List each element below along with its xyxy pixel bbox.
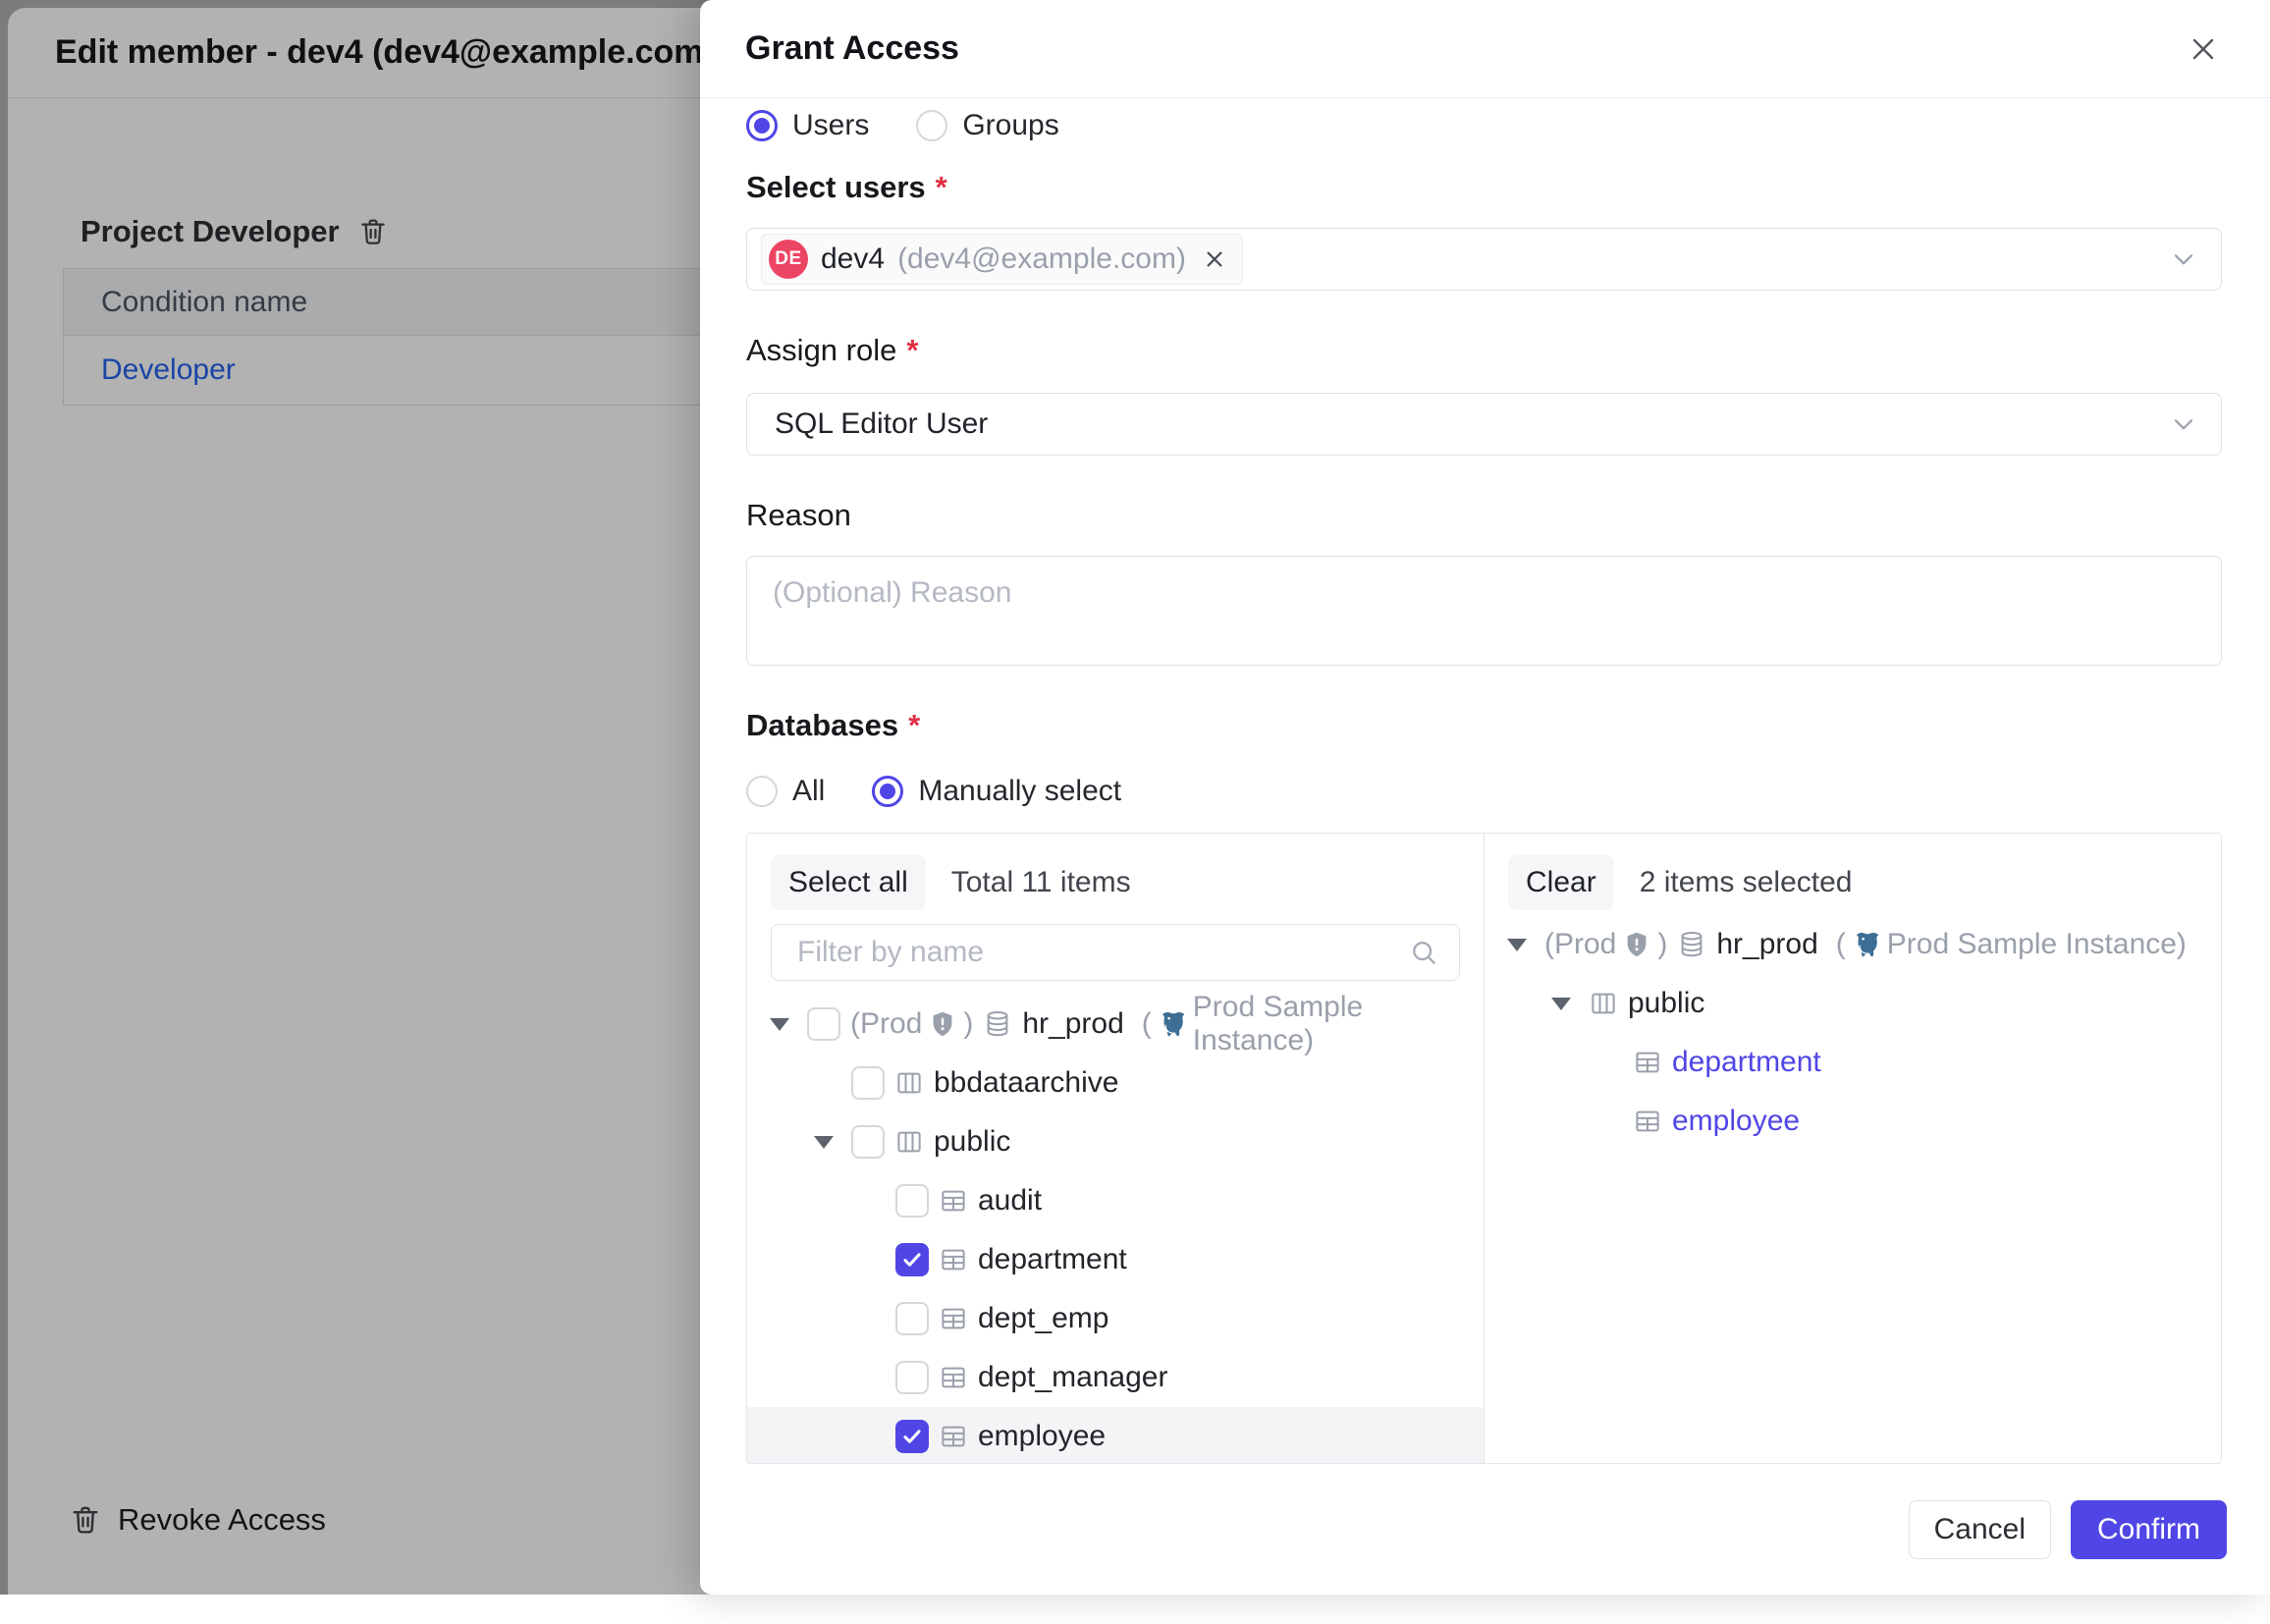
transfer-target-panel: Clear 2 items selected (Prod)hr_prod(Pro… <box>1484 834 2221 1463</box>
remove-user-icon[interactable] <box>1201 245 1228 273</box>
clear-button[interactable]: Clear <box>1508 855 1614 910</box>
grant-access-drawer: Grant Access Users Groups Select users* D… <box>700 0 2270 1595</box>
tree-node-bbdataarchive[interactable]: bbdataarchive <box>747 1054 1484 1112</box>
assign-role-select[interactable]: SQL Editor User <box>746 393 2222 456</box>
reason-label: Reason <box>746 497 2222 534</box>
radio-db-manually-select[interactable]: Manually select <box>872 775 1121 808</box>
caret-down-icon[interactable] <box>1507 939 1527 951</box>
checkbox-dept_emp[interactable] <box>895 1302 929 1335</box>
user-chip-email: (dev4@example.com) <box>897 243 1186 276</box>
schema-icon <box>894 1068 924 1098</box>
checkbox-department[interactable] <box>895 1243 929 1276</box>
tree-node-dept_manager[interactable]: dept_manager <box>747 1348 1484 1407</box>
table-icon <box>939 1422 968 1451</box>
source-tree: (Prod)hr_prod(Prod Sample Instance)bbdat… <box>747 995 1484 1463</box>
radio-label: Users <box>792 109 869 142</box>
tree-node-employee[interactable]: employee <box>1485 1092 2221 1151</box>
tree-node-hr_prod[interactable]: (Prod)hr_prod(Prod Sample Instance) <box>747 995 1484 1054</box>
chevron-down-icon <box>2168 408 2199 440</box>
caret-down-icon[interactable] <box>770 1018 789 1031</box>
scope-radio-group: Users Groups <box>746 104 2222 147</box>
total-items-label: Total 11 items <box>951 866 1131 899</box>
tree-node-employee[interactable]: employee <box>747 1407 1484 1463</box>
selected-count-label: 2 items selected <box>1640 866 1853 899</box>
drawer-title: Grant Access <box>745 29 959 68</box>
caret-down-icon[interactable] <box>814 1136 834 1149</box>
radio-scope-groups[interactable]: Groups <box>916 109 1058 142</box>
radio-scope-users[interactable]: Users <box>746 109 869 142</box>
tree-node-department[interactable]: department <box>1485 1033 2221 1092</box>
assign-role-label: Assign role* <box>746 332 2222 369</box>
chevron-down-icon <box>2168 244 2199 275</box>
checkbox-hr_prod[interactable] <box>807 1007 840 1041</box>
postgres-icon <box>1852 930 1881 959</box>
reason-input[interactable] <box>746 556 2222 666</box>
select-users-label: Select users* <box>746 169 2222 206</box>
tree-node-public[interactable]: public <box>1485 974 2221 1033</box>
table-icon <box>1633 1048 1662 1077</box>
tree-node-hr_prod[interactable]: (Prod)hr_prod(Prod Sample Instance) <box>1485 915 2221 974</box>
confirm-button[interactable]: Confirm <box>2071 1500 2227 1559</box>
table-icon <box>939 1245 968 1274</box>
checkbox-employee[interactable] <box>895 1420 929 1453</box>
search-icon <box>1408 937 1439 968</box>
postgres-icon <box>1158 1009 1187 1039</box>
radio-label: Groups <box>962 109 1058 142</box>
checkbox-bbdataarchive[interactable] <box>851 1066 885 1100</box>
select-all-button[interactable]: Select all <box>771 855 926 910</box>
select-users-field[interactable]: DE dev4 (dev4@example.com) <box>746 228 2222 291</box>
databases-label: Databases* <box>746 707 2222 744</box>
database-transfer: Select all Total 11 items (Prod)hr_prod(… <box>746 833 2222 1464</box>
radio-label: All <box>792 775 825 808</box>
schema-icon <box>1589 989 1618 1018</box>
database-icon <box>1677 930 1706 959</box>
target-tree: (Prod)hr_prod(Prod Sample Instance)publi… <box>1485 915 2221 1463</box>
tree-node-audit[interactable]: audit <box>747 1171 1484 1230</box>
avatar: DE <box>769 240 808 279</box>
radio-circle <box>746 776 778 807</box>
transfer-source-panel: Select all Total 11 items (Prod)hr_prod(… <box>747 834 1484 1463</box>
user-chip-name: dev4 <box>821 243 885 276</box>
tree-node-public[interactable]: public <box>747 1112 1484 1171</box>
checkbox-audit[interactable] <box>895 1184 929 1218</box>
radio-db-all[interactable]: All <box>746 775 825 808</box>
user-chip: DE dev4 (dev4@example.com) <box>761 234 1243 285</box>
radio-circle <box>916 110 947 141</box>
table-icon <box>939 1304 968 1333</box>
checkbox-dept_manager[interactable] <box>895 1361 929 1394</box>
shield-icon <box>1622 930 1651 959</box>
cancel-button[interactable]: Cancel <box>1909 1500 2051 1559</box>
tree-node-dept_emp[interactable]: dept_emp <box>747 1289 1484 1348</box>
assign-role-value: SQL Editor User <box>775 407 988 441</box>
table-icon <box>1633 1107 1662 1136</box>
close-icon[interactable] <box>2186 31 2221 67</box>
schema-icon <box>894 1127 924 1157</box>
database-icon <box>983 1009 1012 1039</box>
checkbox-public[interactable] <box>851 1125 885 1159</box>
tree-node-department[interactable]: department <box>747 1230 1484 1289</box>
radio-label: Manually select <box>918 775 1121 808</box>
radio-circle <box>746 110 778 141</box>
filter-input[interactable] <box>795 935 1408 970</box>
caret-down-icon[interactable] <box>1551 998 1571 1010</box>
table-icon <box>939 1363 968 1392</box>
table-icon <box>939 1186 968 1216</box>
filter-field <box>771 924 1460 981</box>
databases-radio-group: All Manually select <box>746 770 2222 813</box>
radio-circle <box>872 776 903 807</box>
shield-icon <box>928 1009 957 1039</box>
